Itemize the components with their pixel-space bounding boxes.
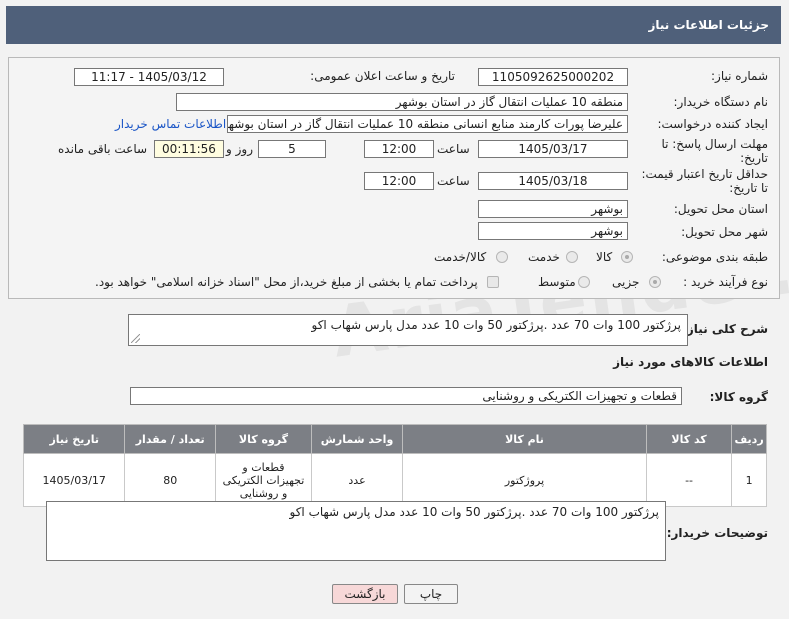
process-option-minor: جزیی xyxy=(612,275,640,289)
requester-label: ایجاد کننده درخواست: xyxy=(657,117,768,131)
process-radio-medium[interactable] xyxy=(578,276,590,288)
buyer-contact-link[interactable]: اطلاعات تماس خریدار xyxy=(115,117,226,131)
announce-label: تاریخ و ساعت اعلان عمومی: xyxy=(310,69,455,83)
process-label: نوع فرآیند خرید : xyxy=(683,275,768,289)
city-label: شهر محل تحویل: xyxy=(681,225,768,239)
process-radio-minor[interactable] xyxy=(649,276,661,288)
need-number-field: 1105092625000202 xyxy=(478,68,628,86)
reply-date-field: 1405/03/17 xyxy=(478,140,628,158)
requester-field: علیرضا پورات کارمند منابع انسانی منطقه 1… xyxy=(227,115,628,133)
summary-text: پرژکتور 100 وات 70 عدد .پرژکتور 50 وات 1… xyxy=(311,318,681,332)
table-row: 1 -- پروژکتور عدد قطعات و تجهیزات الکتری… xyxy=(22,453,767,507)
cell-unit: عدد xyxy=(311,453,404,507)
col-unit: واحد شمارش xyxy=(311,424,404,454)
days-field: 5 xyxy=(258,140,326,158)
buyer-notes-field: پرژکتور 100 وات 70 عدد .پرژکتور 50 وات 1… xyxy=(46,501,666,561)
col-group: گروه کالا xyxy=(214,424,313,454)
category-option-goods-service: کالا/خدمت xyxy=(434,250,487,264)
cell-name: پروژکتور xyxy=(402,453,647,507)
reply-time-label: ساعت xyxy=(437,142,470,156)
price-validity-date-field: 1405/03/18 xyxy=(478,172,628,190)
announce-field: 1405/03/12 - 11:17 xyxy=(74,68,224,86)
need-number-label: شماره نیاز: xyxy=(711,69,768,83)
col-date: تاریخ نیاز xyxy=(22,424,126,454)
province-field: بوشهر xyxy=(478,200,628,218)
city-field: بوشهر xyxy=(478,222,628,240)
table-header-row: ردیف کد کالا نام کالا واحد شمارش گروه کا… xyxy=(22,424,767,454)
cell-code: -- xyxy=(645,453,733,507)
price-validity-label: حداقل تاریخ اعتبار قیمت: xyxy=(641,167,768,181)
col-name: نام کالا xyxy=(402,424,647,454)
treasury-note: پرداخت تمام یا بخشی از مبلغ خرید،از محل … xyxy=(95,275,478,289)
goods-group-field: قطعات و تجهیزات الکتریکی و روشنایی xyxy=(130,387,682,405)
price-validity-time-field: 12:00 xyxy=(364,172,434,190)
treasury-checkbox[interactable] xyxy=(487,276,499,288)
buyer-notes-text: پرژکتور 100 وات 70 عدد .پرژکتور 50 وات 1… xyxy=(289,505,659,519)
page: جزئیات اطلاعات نیاز AriaTender.net شماره… xyxy=(0,0,789,619)
col-row: ردیف xyxy=(731,424,767,454)
category-label: طبقه بندی موضوعی: xyxy=(661,250,768,264)
back-button[interactable]: بازگشت xyxy=(332,584,398,604)
page-title: جزئیات اطلاعات نیاز xyxy=(6,6,781,44)
category-option-service: خدمت xyxy=(528,250,560,264)
items-table: ردیف کد کالا نام کالا واحد شمارش گروه کا… xyxy=(22,424,767,507)
col-code: کد کالا xyxy=(645,424,733,454)
reply-deadline-label-2: تاریخ: xyxy=(740,151,768,165)
cell-qty: 80 xyxy=(124,453,216,507)
summary-label: شرح کلی نیاز: xyxy=(682,322,768,336)
cell-index: 1 xyxy=(731,453,767,507)
col-qty: تعداد / مقدار xyxy=(124,424,216,454)
buyer-notes-label: توضیحات خریدار: xyxy=(666,526,768,540)
province-label: استان محل تحویل: xyxy=(673,202,768,216)
remaining-time-label: ساعت باقی مانده xyxy=(58,142,148,156)
cell-group: قطعات و تجهیزات الکتریکی و روشنایی xyxy=(214,453,313,507)
goods-section-title: اطلاعات کالاهای مورد نیاز xyxy=(613,355,768,369)
category-radio-service[interactable] xyxy=(566,251,578,263)
days-label: روز و xyxy=(226,142,253,156)
reply-time-field: 12:00 xyxy=(364,140,434,158)
price-validity-label-2: تا تاریخ: xyxy=(729,181,768,195)
price-validity-time-label: ساعت xyxy=(437,174,470,188)
category-radio-goods-service[interactable] xyxy=(496,251,508,263)
cell-date: 1405/03/17 xyxy=(22,453,126,507)
category-radio-goods[interactable] xyxy=(621,251,633,263)
goods-group-label: گروه کالا: xyxy=(709,390,768,404)
reply-deadline-label: مهلت ارسال پاسخ: تا xyxy=(661,137,768,151)
buyer-org-field: منطقه 10 عملیات انتقال گاز در استان بوشه… xyxy=(176,93,628,111)
resize-grip[interactable] xyxy=(131,334,140,343)
remaining-time-field: 00:11:56 xyxy=(154,140,224,158)
print-button[interactable]: چاپ xyxy=(404,584,458,604)
summary-field: پرژکتور 100 وات 70 عدد .پرژکتور 50 وات 1… xyxy=(128,314,688,346)
buyer-org-label: نام دستگاه خریدار: xyxy=(673,95,769,109)
category-option-goods: کالا xyxy=(596,250,613,264)
process-option-medium: متوسط xyxy=(538,275,576,289)
